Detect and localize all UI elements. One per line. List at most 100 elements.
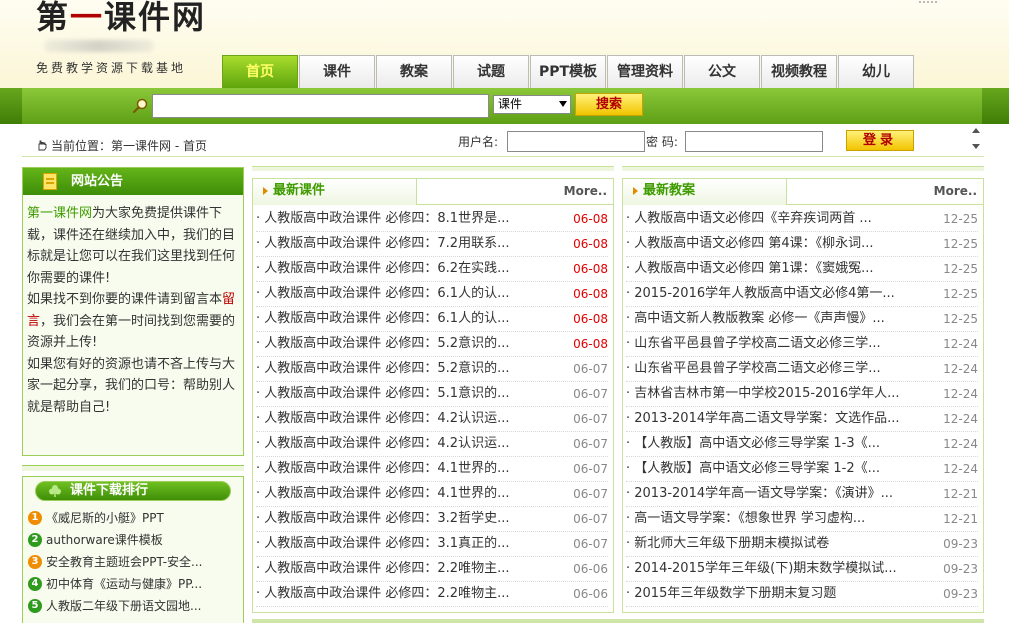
list-item-title[interactable]: · 人教版高中政治课件 必修四：4.1世界的...: [256, 482, 546, 506]
divider: [622, 166, 984, 171]
list-item-title[interactable]: · 2014-2015学年三年级(下)期末数学模拟试...: [626, 557, 916, 581]
list-item-title[interactable]: · 2013-2014学年高一语文导学案：《演讲》...: [626, 482, 916, 506]
list-item[interactable]: · 人教版高中政治课件 必修四：4.1世界的... 06-07: [256, 457, 608, 482]
list-item-title[interactable]: · 2013-2014学年高二语文导学案：文选作品...: [626, 407, 916, 431]
list-item[interactable]: · 2013-2014学年高一语文导学案：《演讲》... 12-21: [626, 482, 978, 507]
ranking-item[interactable]: 5 人教版二年级下册语文园地...: [27, 595, 239, 617]
list-item-title[interactable]: · 新北师大三年级下册期末模拟试卷: [626, 532, 916, 556]
courseware-more-link[interactable]: More..: [564, 184, 607, 198]
nav-tab-4[interactable]: PPT模板: [530, 55, 606, 88]
list-item[interactable]: · 人教版高中政治课件 必修四：5.2意识的... 06-08: [256, 332, 608, 357]
password-input[interactable]: [685, 131, 823, 152]
list-item-title[interactable]: · 人教版高中政治课件 必修四：7.2用联系...: [256, 232, 546, 256]
list-item-title[interactable]: · 人教版高中政治课件 必修四：6.2在实践...: [256, 257, 546, 281]
list-item-title[interactable]: · 人教版高中政治课件 必修四：6.1人的认...: [256, 307, 546, 331]
list-item-title[interactable]: · 人教版高中政治课件 必修四：2.2唯物主...: [256, 582, 546, 606]
list-item-title[interactable]: · 人教版高中政治课件 必修四：4.2认识运...: [256, 432, 546, 456]
list-item[interactable]: · 人教版高中政治课件 必修四：6.1人的认... 06-08: [256, 282, 608, 307]
list-item-title[interactable]: · 人教版高中语文必修四《辛弃疾词两首 ...: [626, 207, 916, 231]
nav-tab-1[interactable]: 课件: [299, 55, 375, 88]
list-item-title[interactable]: · 人教版高中政治课件 必修四：3.1真正的...: [256, 532, 546, 556]
list-item[interactable]: · 人教版高中政治课件 必修四：3.1真正的... 06-07: [256, 532, 608, 557]
list-item-title[interactable]: · 人教版高中政治课件 必修四：5.1意识的...: [256, 382, 546, 406]
list-item[interactable]: · 新北师大三年级下册期末模拟试卷 09-23: [626, 532, 978, 557]
site-logo[interactable]: 第一课件网 免费教学资源下载基地: [32, 0, 222, 80]
list-item[interactable]: · 人教版高中政治课件 必修四：4.1世界的... 06-07: [256, 482, 608, 507]
list-item[interactable]: · 2015-2016学年人教版高中语文必修4第一... 12-25: [626, 282, 978, 307]
list-item[interactable]: · 2015年三年级数学下册期末复习题 09-23: [626, 582, 978, 607]
list-item-title[interactable]: · 吉林省吉林市第一中学校2015-2016学年人...: [626, 382, 916, 406]
list-item-title[interactable]: · 人教版高中政治课件 必修四：8.1世界是...: [256, 207, 546, 231]
list-item-title[interactable]: · 【人教版】高中语文必修三导学案 1-3《...: [626, 432, 916, 456]
list-item[interactable]: · 高一语文导学案：《想象世界 学习虚构... 12-21: [626, 507, 978, 532]
list-item-title[interactable]: · 山东省平邑县曾子学校高二语文必修三学...: [626, 357, 916, 381]
list-item[interactable]: · 人教版高中语文必修四《辛弃疾词两首 ... 12-25: [626, 207, 978, 232]
list-item-title[interactable]: · 人教版高中政治课件 必修四：6.1人的认...: [256, 282, 546, 306]
list-item[interactable]: · 2013-2014学年高二语文导学案：文选作品... 12-24: [626, 407, 978, 432]
breadcrumb: 当前位置：第一课件网 - 首页: [51, 139, 207, 153]
nav-tab-8[interactable]: 幼儿: [838, 55, 914, 88]
list-item-title[interactable]: · 2015年三年级数学下册期末复习题: [626, 582, 916, 606]
nav-tab-2[interactable]: 教案: [376, 55, 452, 88]
courseware-tab[interactable]: 最新课件: [253, 179, 417, 205]
nav-tab-5[interactable]: 管理资料: [607, 55, 683, 88]
scroll-down-icon[interactable]: [972, 144, 980, 149]
ranking-item[interactable]: 2 authorware课件模板: [27, 529, 239, 551]
ranking-list: 1 《威尼斯的小艇》PPT 2 authorware课件模板 3 安全教育主题班会PPT-…: [23, 501, 243, 617]
ranking-item[interactable]: 3 安全教育主题班会PPT-安全...: [27, 551, 239, 573]
list-item[interactable]: · 人教版高中政治课件 必修四：5.2意识的... 06-07: [256, 357, 608, 382]
username-input[interactable]: [507, 131, 645, 152]
list-item[interactable]: · 山东省平邑县曾子学校高二语文必修三学... 12-24: [626, 332, 978, 357]
nav-tab-7[interactable]: 视频教程: [761, 55, 837, 88]
ranking-item[interactable]: 4 初中体育《运动与健康》PP...: [27, 573, 239, 595]
password-label: 密 码:: [646, 135, 678, 149]
list-item[interactable]: · 人教版高中语文必修四 第4课：《柳永词... 12-25: [626, 232, 978, 257]
list-item[interactable]: · 人教版高中政治课件 必修四：6.1人的认... 06-08: [256, 307, 608, 332]
list-item-title[interactable]: · 山东省平邑县曾子学校高二语文必修三学...: [626, 332, 916, 356]
list-item[interactable]: · 人教版高中政治课件 必修四：3.2哲学史... 06-07: [256, 507, 608, 532]
main-nav: 首页 课件 教案 试题 PPT模板 管理资料 公文 视频教程 幼儿: [222, 55, 915, 88]
notice-site-link[interactable]: 第一课件网: [27, 206, 92, 221]
list-item-title[interactable]: · 【人教版】高中语文必修三导学案 1-2《...: [626, 457, 916, 481]
list-item-title[interactable]: · 人教版高中政治课件 必修四：5.2意识的...: [256, 357, 546, 381]
list-item-title[interactable]: · 人教版高中政治课件 必修四：4.2认识运...: [256, 407, 546, 431]
list-item[interactable]: · 人教版高中政治课件 必修四：4.2认识运... 06-07: [256, 407, 608, 432]
list-item[interactable]: · 2014-2015学年三年级(下)期末数学模拟试... 09-23: [626, 557, 978, 582]
site-header: 第一课件网 免费教学资源下载基地 首页 课件 教案 试题 PPT模板 管理资料 公文 视频教程…: [0, 0, 1009, 88]
list-item-title[interactable]: · 人教版高中政治课件 必修四：2.2唯物主...: [256, 557, 546, 581]
list-item-title[interactable]: · 人教版高中语文必修四 第1课：《窦娥冤...: [626, 257, 916, 281]
lessons-tab[interactable]: 最新教案: [623, 179, 787, 205]
nav-tab-6[interactable]: 公文: [684, 55, 760, 88]
list-item[interactable]: · 人教版高中政治课件 必修四：2.2唯物主... 06-06: [256, 582, 608, 607]
list-item[interactable]: · 人教版高中政治课件 必修四：7.2用联系... 06-08: [256, 232, 608, 257]
list-item[interactable]: · 人教版高中政治课件 必修四：2.2唯物主... 06-06: [256, 557, 608, 582]
list-item[interactable]: · 高中语文新人教版教案 必修一《声声慢》... 12-25: [626, 307, 978, 332]
list-item[interactable]: · 人教版高中政治课件 必修四：4.2认识运... 06-07: [256, 432, 608, 457]
list-item-title[interactable]: · 高中语文新人教版教案 必修一《声声慢》...: [626, 307, 916, 331]
scrollbar[interactable]: [968, 124, 984, 156]
lessons-more-link[interactable]: More..: [934, 184, 977, 198]
category-select[interactable]: 课件: [493, 95, 571, 114]
search-input[interactable]: [152, 94, 489, 118]
list-item[interactable]: · 人教版高中政治课件 必修四：5.1意识的... 06-07: [256, 382, 608, 407]
list-item-title[interactable]: · 高一语文导学案：《想象世界 学习虚构...: [626, 507, 916, 531]
nav-tab-3[interactable]: 试题: [453, 55, 529, 88]
list-item[interactable]: · 人教版高中政治课件 必修四：6.2在实践... 06-08: [256, 257, 608, 282]
list-item[interactable]: · 【人教版】高中语文必修三导学案 1-2《... 12-24: [626, 457, 978, 482]
search-button[interactable]: 搜索: [575, 93, 643, 116]
list-item-title[interactable]: · 2015-2016学年人教版高中语文必修4第一...: [626, 282, 916, 306]
list-item[interactable]: · 山东省平邑县曾子学校高二语文必修三学... 12-24: [626, 357, 978, 382]
list-item[interactable]: · 人教版高中语文必修四 第1课：《窦娥冤... 12-25: [626, 257, 978, 282]
list-item[interactable]: · 【人教版】高中语文必修三导学案 1-3《... 12-24: [626, 432, 978, 457]
ranking-item[interactable]: 1 《威尼斯的小艇》PPT: [27, 507, 239, 529]
list-item-date: 06-07: [573, 387, 608, 401]
list-item-title[interactable]: · 人教版高中语文必修四 第4课：《柳永词...: [626, 232, 916, 256]
nav-tab-0[interactable]: 首页: [222, 55, 298, 88]
list-item-title[interactable]: · 人教版高中政治课件 必修四：5.2意识的...: [256, 332, 546, 356]
list-item[interactable]: · 人教版高中政治课件 必修四：8.1世界是... 06-08: [256, 207, 608, 232]
scroll-up-icon[interactable]: [972, 128, 980, 133]
list-item-title[interactable]: · 人教版高中政治课件 必修四：3.2哲学史...: [256, 507, 546, 531]
list-item-title[interactable]: · 人教版高中政治课件 必修四：4.1世界的...: [256, 457, 546, 481]
login-button[interactable]: 登录: [846, 130, 914, 151]
list-item[interactable]: · 吉林省吉林市第一中学校2015-2016学年人... 12-24: [626, 382, 978, 407]
